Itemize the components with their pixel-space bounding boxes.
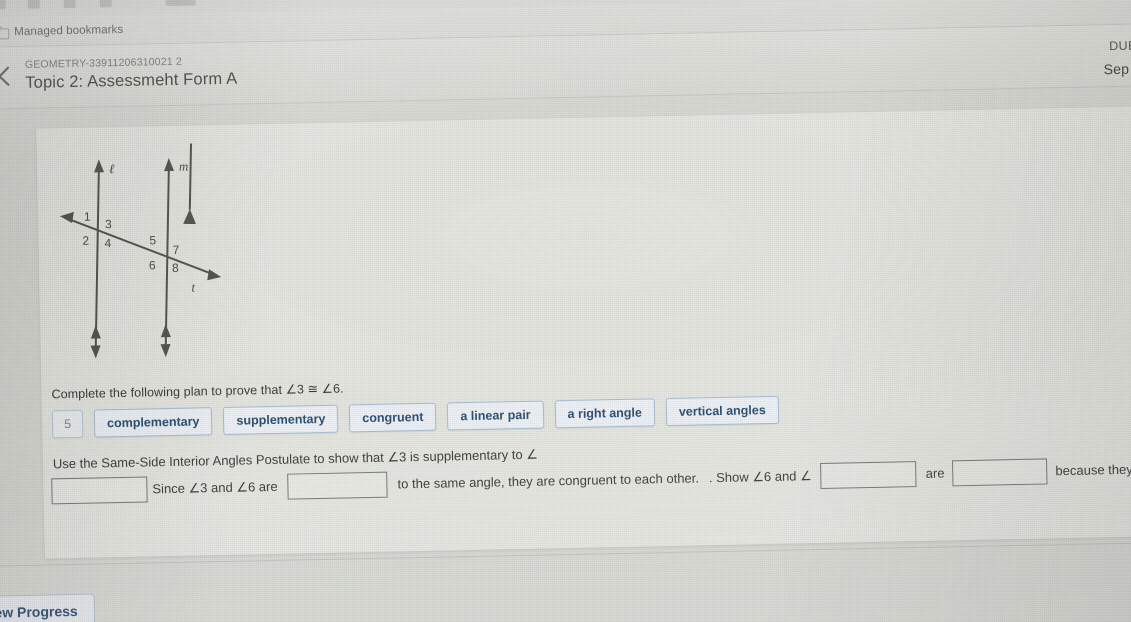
photo-of-screen: Managed bookmarks GEOMETRY-3391120631002… bbox=[0, 0, 1131, 622]
plan-text-tail-3: because they form bbox=[1055, 461, 1131, 479]
svg-text:2: 2 bbox=[82, 234, 89, 248]
plan-text-tail-1: . Show ∠6 and ∠ bbox=[708, 468, 812, 486]
svg-text:1: 1 bbox=[84, 210, 91, 224]
answer-blank-1[interactable] bbox=[51, 476, 148, 505]
plan-text-since: Since ∠3 and ∠6 are bbox=[152, 478, 278, 497]
due-date: Sep 30 bbox=[1103, 60, 1131, 78]
reload-icon[interactable] bbox=[63, 0, 76, 9]
back-nav-icon[interactable] bbox=[0, 0, 6, 10]
svg-text:7: 7 bbox=[172, 243, 179, 257]
choice-chip-0[interactable]: 5 bbox=[51, 409, 84, 439]
home-icon[interactable] bbox=[99, 0, 112, 8]
choice-chip-congruent[interactable]: congruent bbox=[349, 402, 437, 433]
plan-sentence-1: Use the Same-Side Interior Angles Postul… bbox=[52, 446, 539, 472]
question-prompt: Complete the following plan to prove tha… bbox=[51, 381, 344, 402]
answer-blank-3[interactable] bbox=[952, 458, 1048, 487]
plan-text-tail-2: are bbox=[925, 465, 945, 481]
svg-text:4: 4 bbox=[104, 236, 111, 250]
svg-text:3: 3 bbox=[105, 217, 112, 231]
answer-blank-5[interactable] bbox=[287, 471, 388, 500]
svg-text:m: m bbox=[179, 159, 189, 174]
proof-plan: Use the Same-Side Interior Angles Postul… bbox=[45, 432, 1131, 505]
review-progress-button[interactable]: Review Progress bbox=[0, 593, 96, 622]
svg-text:6: 6 bbox=[149, 258, 156, 272]
browser-window: Managed bookmarks GEOMETRY-3391120631002… bbox=[0, 0, 1131, 622]
svg-text:5: 5 bbox=[149, 233, 156, 247]
svg-text:t: t bbox=[191, 279, 195, 294]
page-title: Topic 2: Assessmeht Form A bbox=[25, 69, 238, 92]
answer-blank-2[interactable] bbox=[820, 461, 917, 490]
plan-text-closing: to the same angle, they are congruent to… bbox=[397, 470, 700, 492]
folder-icon bbox=[0, 26, 7, 37]
address-bar-icon[interactable] bbox=[165, 0, 196, 7]
svg-text:ℓ: ℓ bbox=[109, 161, 115, 176]
choice-chip-vertical-angles[interactable]: vertical angles bbox=[665, 395, 780, 427]
svg-text:8: 8 bbox=[172, 261, 179, 275]
choice-chip-supplementary[interactable]: supplementary bbox=[223, 404, 339, 435]
due-label: DUE bbox=[1108, 38, 1131, 54]
course-code: GEOMETRY-33911206310021 2 bbox=[24, 55, 183, 71]
parallel-lines-transversal-diagram: ℓ m t 1 3 2 4 5 7 6 8 bbox=[47, 142, 241, 372]
choice-chip-a-right-angle[interactable]: a right angle bbox=[554, 398, 656, 429]
choice-chip-a-linear-pair[interactable]: a linear pair bbox=[447, 400, 544, 431]
forward-nav-icon[interactable] bbox=[27, 0, 40, 9]
answer-choice-list: 5 complementary supplementary congruent … bbox=[51, 395, 780, 439]
bookmark-item-managed-bookmarks[interactable]: Managed bookmarks bbox=[14, 23, 123, 37]
chevron-left-icon[interactable] bbox=[0, 66, 19, 87]
choice-chip-complementary[interactable]: complementary bbox=[93, 407, 213, 438]
question-card: ℓ m t 1 3 2 4 5 7 6 8 Complete the follo… bbox=[36, 106, 1131, 559]
